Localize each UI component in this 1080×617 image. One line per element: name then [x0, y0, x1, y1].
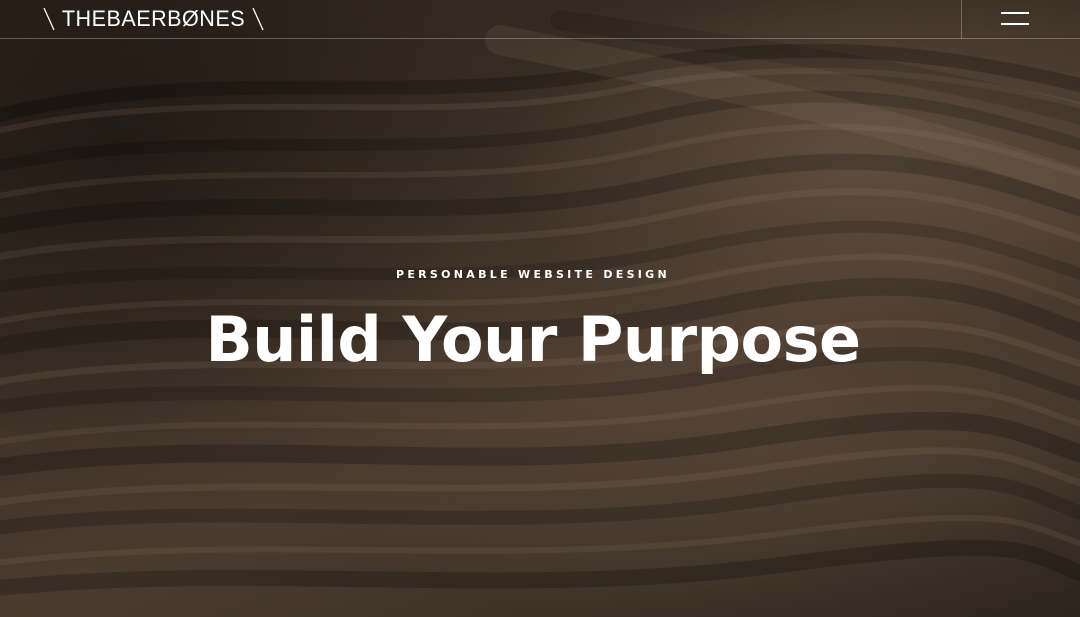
- site-logo[interactable]: THEBAERBØNES: [40, 5, 267, 33]
- top-navigation-bar: THEBAERBØNES: [0, 0, 1080, 39]
- hero-eyebrow-text: PERSONABLE WEBSITE DESIGN: [395, 268, 671, 281]
- menu-divider: [961, 0, 962, 39]
- hero-section: THEBAERBØNES PERSONABLE WEBSITE DESIGN B…: [0, 0, 1080, 617]
- logo-wordmark: THEBAERBØNES: [61, 6, 246, 31]
- hero-headline: Build Your Purpose: [205, 303, 861, 376]
- logo-left-slash-icon: [43, 7, 55, 31]
- hamburger-menu-button[interactable]: [995, 8, 1035, 30]
- logo-right-slash-icon: [252, 7, 264, 31]
- hamburger-menu-icon: [1001, 12, 1029, 14]
- hamburger-menu-icon-bottom: [1001, 23, 1029, 25]
